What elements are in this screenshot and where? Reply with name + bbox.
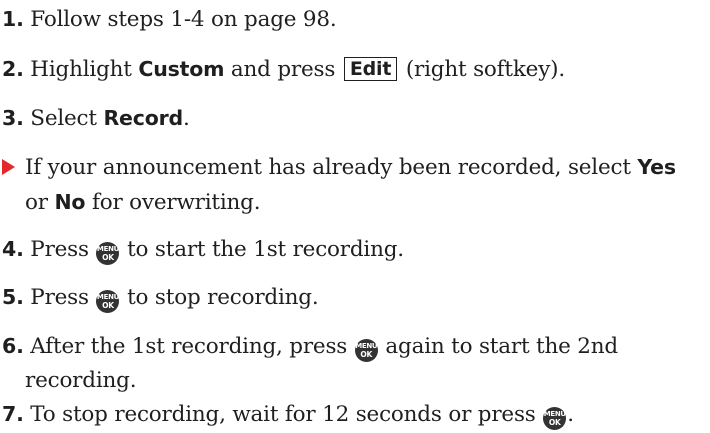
step-text-pre: To stop recording, wait for 12 seconds o… (30, 402, 543, 427)
note-text-post: for overwriting. (85, 190, 261, 215)
note-text-mid: or (25, 190, 55, 215)
menu-ok-key-icon: MENU OK (543, 407, 567, 430)
instruction-page: 1. Follow steps 1-4 on page 98. 2. Highl… (0, 0, 710, 433)
step-text-mid: and press (224, 57, 342, 82)
step-text-post: to stop recording. (120, 285, 319, 310)
step-text-post: . (182, 106, 190, 131)
step-text-pre: Highlight (30, 57, 139, 82)
step-text: Follow steps 1-4 on page 98. (30, 7, 337, 32)
step-3: 3. Select Record. (2, 101, 706, 136)
step-number: 6. (2, 334, 24, 358)
note-text-pre: If your announcement has already been re… (25, 155, 638, 180)
step-text-pre: Press (30, 237, 96, 262)
step-number: 2. (2, 57, 24, 81)
note-overwrite: If your announcement has already been re… (2, 150, 706, 220)
step-text-post: (right softkey). (399, 57, 565, 82)
step-text-post: again to start the 2nd (378, 334, 618, 359)
step-number: 3. (2, 106, 24, 130)
menu-ok-key-icon: MENU OK (96, 290, 120, 313)
step-2: 2. Highlight Custom and press Edit (righ… (2, 52, 706, 87)
step-text-pre: After the 1st recording, press (30, 334, 354, 359)
step-number: 4. (2, 237, 24, 261)
step-1: 1. Follow steps 1-4 on page 98. (2, 2, 706, 37)
menu-ok-key-icon: MENU OK (354, 339, 378, 362)
step-text-line2: recording. (25, 368, 137, 393)
step-number: 7. (2, 402, 24, 426)
menu-ok-key-icon: MENU OK (96, 242, 120, 265)
step-text-post: . (567, 402, 574, 427)
step-text-post: to start the 1st recording. (120, 237, 404, 262)
menu-option-record: Record (103, 106, 183, 130)
red-triangle-bullet-icon (2, 159, 15, 175)
menu-option-custom: Custom (138, 57, 225, 81)
step-6: 6. After the 1st recording, press MENU OK… (2, 329, 706, 398)
option-no: No (54, 190, 86, 214)
step-number: 1. (2, 7, 24, 31)
step-4: 4. Press MENU OK to start the 1st recordi… (2, 232, 706, 267)
step-text-pre: Press (30, 285, 96, 310)
step-7: 7. To stop recording, wait for 12 second… (2, 397, 706, 432)
step-number: 5. (2, 285, 24, 309)
option-yes: Yes (637, 155, 676, 179)
step-5: 5. Press MENU OK to stop recording. (2, 280, 706, 315)
step-text-pre: Select (30, 106, 104, 131)
edit-softkey: Edit (343, 57, 398, 81)
